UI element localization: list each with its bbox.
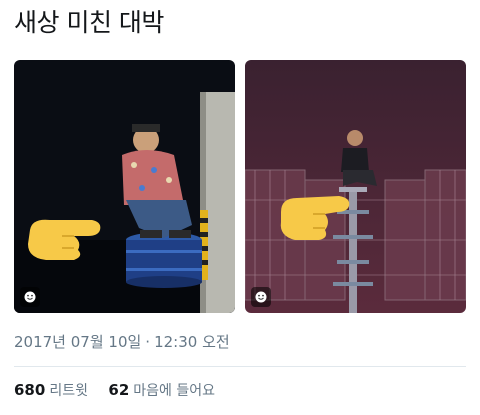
retweets-stat[interactable]: 680 리트윗 — [14, 381, 88, 399]
divider — [14, 366, 466, 367]
likes-stat[interactable]: 62 마음에 들어요 — [108, 381, 216, 399]
likes-label: 마음에 들어요 — [133, 383, 216, 399]
tweet-photo-2[interactable] — [245, 60, 466, 313]
tweet-timestamp[interactable]: 2017년 07월 10일 · 12:30 오전 — [14, 331, 230, 352]
timestamp-date: 2017년 07월 10일 — [14, 333, 142, 351]
tweet-text: 새상 미친 대박 — [14, 8, 164, 37]
smiley-icon — [24, 291, 36, 303]
timestamp-separator: · — [145, 333, 151, 351]
pointing-hand-icon — [280, 196, 350, 240]
tweet-stats: 680 리트윗 62 마음에 들어요 — [14, 380, 231, 400]
retweets-label: 리트윗 — [49, 383, 88, 399]
timestamp-time: 12:30 오전 — [154, 333, 230, 351]
pointing-hand-icon — [28, 219, 101, 260]
alt-text-badge[interactable] — [20, 287, 40, 307]
tweet-photo-1[interactable] — [14, 60, 235, 313]
retweets-count: 680 — [14, 381, 46, 399]
alt-text-badge[interactable] — [251, 287, 271, 307]
smiley-icon — [255, 291, 267, 303]
likes-count: 62 — [108, 381, 130, 399]
photo-1-image — [14, 60, 235, 313]
